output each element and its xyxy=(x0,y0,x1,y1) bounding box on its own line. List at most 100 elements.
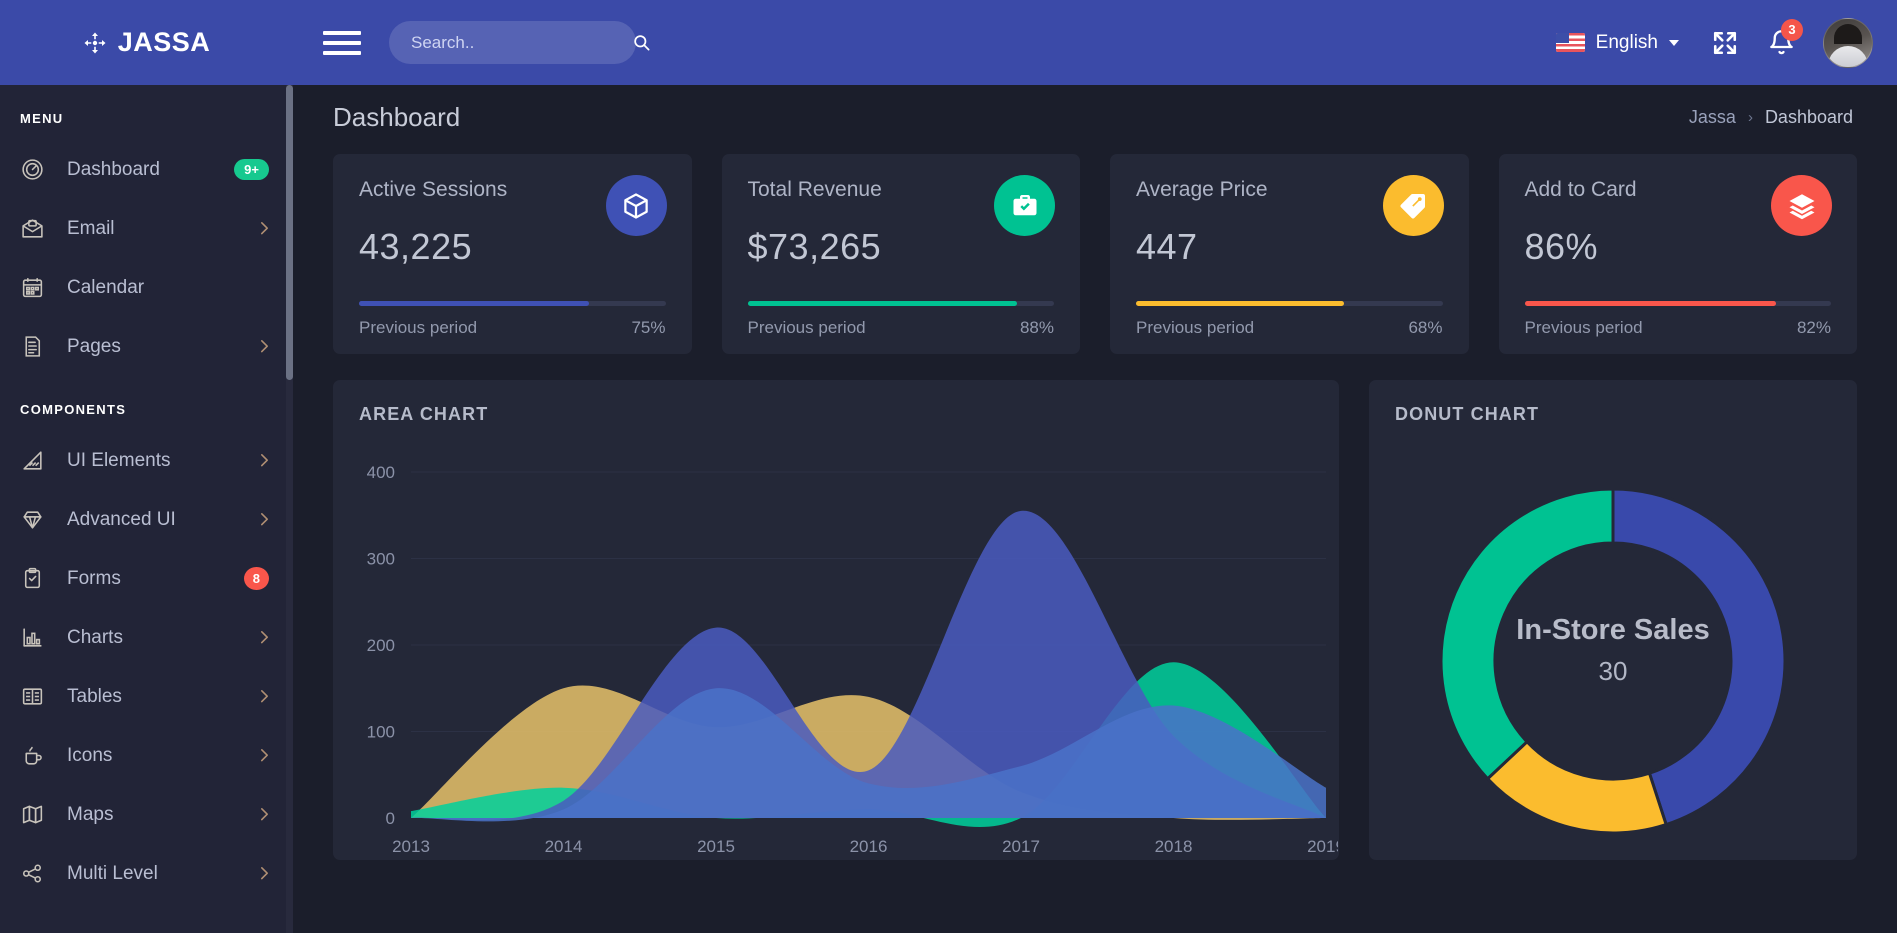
us-flag-icon xyxy=(1555,33,1585,52)
sidebar-item-advanced-ui[interactable]: Advanced UI xyxy=(0,490,293,549)
chevron-right-icon xyxy=(260,748,269,763)
sidebar-item-label: Email xyxy=(67,217,115,239)
share-nodes-icon xyxy=(20,861,45,886)
ruler-icon xyxy=(20,448,45,473)
sidebar-badge-forms: 8 xyxy=(243,566,269,591)
layers-icon xyxy=(1771,175,1832,236)
stat-card-progress-fill xyxy=(359,301,589,306)
briefcase-check-icon xyxy=(994,175,1055,236)
language-selector[interactable]: English xyxy=(1538,32,1697,54)
page-title: Dashboard xyxy=(333,102,461,132)
sidebar-item-pages[interactable]: Pages xyxy=(0,317,293,376)
sidebar-item-multi-level[interactable]: Multi Level xyxy=(0,844,293,903)
stat-card-foot-percent: 68% xyxy=(1408,318,1443,337)
search-box[interactable] xyxy=(389,21,650,64)
breadcrumb-current: Dashboard xyxy=(1764,107,1853,127)
notifications-button[interactable]: 3 xyxy=(1753,15,1809,71)
svg-text:2013: 2013 xyxy=(392,837,430,856)
brand-logo[interactable]: JASSA xyxy=(0,0,293,85)
sidebar-item-forms[interactable]: Forms 8 xyxy=(0,549,293,608)
brand-name: JASSA xyxy=(117,27,211,57)
stat-card-foot-label: Previous period xyxy=(747,318,866,337)
mail-icon xyxy=(20,216,45,241)
stat-card-average-price[interactable]: Average Price 447 Previous period 68% xyxy=(1110,154,1469,354)
stat-card-progress-track xyxy=(747,301,1054,306)
area-chart-panel: AREA CHART 0 100 200 300 400 2013 2014 2015 2016… xyxy=(333,380,1339,860)
price-tag-icon xyxy=(1382,175,1444,236)
stat-card-progress-track xyxy=(1136,301,1443,306)
stat-card-foot-label: Previous period xyxy=(1524,318,1643,337)
donut-chart-svg[interactable] xyxy=(1369,436,1857,860)
sidebar-item-label: Tables xyxy=(67,685,122,707)
stat-card-progress-track xyxy=(359,301,666,306)
stat-card-foot-percent: 82% xyxy=(1796,318,1831,337)
sidebar-item-maps[interactable]: Maps xyxy=(0,785,293,844)
chevron-right-icon xyxy=(260,807,269,822)
stat-card-footer: Previous period 82% xyxy=(1525,318,1832,338)
move-arrows-icon xyxy=(83,31,107,55)
svg-text:300: 300 xyxy=(367,549,395,568)
sidebar-item-label: Forms xyxy=(67,567,121,589)
sidebar-item-icons[interactable]: Icons xyxy=(0,726,293,785)
stat-card-row: Active Sessions 43,225 Previous period 7… xyxy=(293,150,1897,354)
stat-card-value: 86% xyxy=(1524,226,1599,267)
sidebar-item-dashboard[interactable]: Dashboard 9+ xyxy=(0,140,293,199)
clipboard-check-icon xyxy=(20,566,45,591)
donut-chart-panel: DONUT CHART In-Store Sales 30 xyxy=(1369,380,1857,860)
donut-center-value: 30 xyxy=(1598,656,1628,686)
header-actions: English 3 xyxy=(1538,15,1897,71)
sidebar-item-tables[interactable]: Tables xyxy=(0,667,293,726)
svg-text:0: 0 xyxy=(386,809,395,828)
calendar-icon xyxy=(20,275,45,300)
stat-card-add-to-card[interactable]: Add to Card 86% Previous period 82% xyxy=(1498,154,1857,354)
stat-card-value: 43,225 xyxy=(359,226,473,267)
svg-text:400: 400 xyxy=(367,463,395,482)
svg-text:200: 200 xyxy=(367,636,395,655)
sidebar-item-label: UI Elements xyxy=(67,449,171,471)
hamburger-icon[interactable] xyxy=(323,28,361,58)
cup-icon xyxy=(20,743,45,768)
sidebar-item-calendar[interactable]: Calendar xyxy=(0,258,293,317)
sidebar-item-ui-elements[interactable]: UI Elements xyxy=(0,431,293,490)
sidebar-item-label: Maps xyxy=(67,803,114,825)
breadcrumb-root[interactable]: Jassa xyxy=(1689,107,1736,128)
stat-card-foot-percent: 88% xyxy=(1019,318,1054,337)
svg-text:2017: 2017 xyxy=(1002,837,1040,856)
sidebar-item-label: Calendar xyxy=(67,276,145,298)
donut-chart[interactable]: In-Store Sales 30 xyxy=(1369,436,1857,860)
page-header: Dashboard Jassa › Dashboard xyxy=(293,85,1897,150)
search-input[interactable] xyxy=(411,32,632,53)
sidebar-item-label: Dashboard xyxy=(67,158,160,180)
language-label: English xyxy=(1595,31,1658,53)
sidebar-scroll-area: MENU Dashboard 9+ Email Calendar Pages C… xyxy=(0,85,293,903)
sidebar-item-charts[interactable]: Charts xyxy=(0,608,293,667)
chart-panel-row: AREA CHART 0 100 200 300 400 2013 2014 2015 2016… xyxy=(293,354,1897,860)
stat-card-value: 447 xyxy=(1136,226,1198,267)
svg-text:2016: 2016 xyxy=(850,837,888,856)
fullscreen-expand-icon[interactable] xyxy=(1697,15,1753,71)
stat-card-active-sessions[interactable]: Active Sessions 43,225 Previous period 7… xyxy=(333,154,692,354)
stat-card-footer: Previous period 88% xyxy=(748,318,1055,338)
chevron-right-icon xyxy=(260,866,269,881)
sidebar-scrollbar[interactable] xyxy=(286,85,293,933)
stat-card-value: $73,265 xyxy=(747,226,882,267)
chevron-down-icon xyxy=(1669,39,1679,46)
stat-card-progress-fill xyxy=(1136,301,1345,306)
area-chart[interactable]: 0 100 200 300 400 2013 2014 2015 2016 2017 2018 201… xyxy=(333,436,1338,860)
stat-card-total-revenue[interactable]: Total Revenue $73,265 Previous period 88… xyxy=(721,154,1080,354)
svg-text:100: 100 xyxy=(367,722,395,741)
search-icon[interactable] xyxy=(632,33,651,52)
chevron-right-icon xyxy=(260,512,269,527)
chevron-right-icon xyxy=(260,339,269,354)
stat-card-progress-track xyxy=(1524,301,1831,306)
svg-text:2015: 2015 xyxy=(697,837,735,856)
chevron-right-icon xyxy=(260,221,269,236)
sidebar-scrollbar-thumb[interactable] xyxy=(286,85,293,380)
stat-card-foot-percent: 75% xyxy=(631,318,666,337)
map-icon xyxy=(20,802,45,827)
sidebar-item-email[interactable]: Email xyxy=(0,199,293,258)
top-header: JASSA English xyxy=(0,0,1897,85)
breadcrumb: Jassa › Dashboard xyxy=(1689,107,1853,128)
avatar[interactable] xyxy=(1823,17,1873,68)
sidebar-item-label: Icons xyxy=(67,744,113,766)
